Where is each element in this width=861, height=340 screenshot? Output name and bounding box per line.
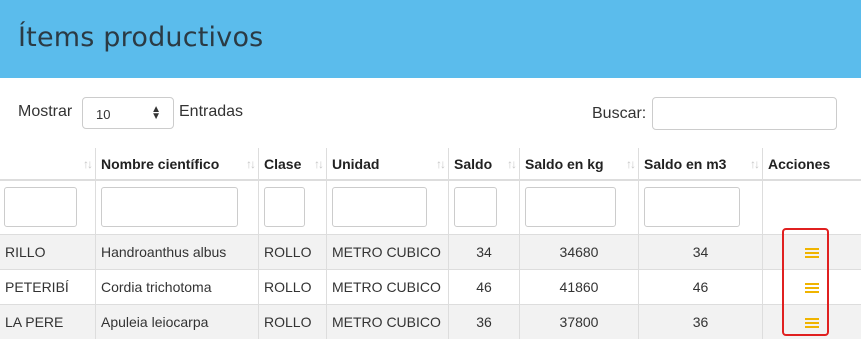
items-table: ↑↓ Nombre científico ↑↓ Clase ↑↓ Unidad ↑↓ … (0, 148, 861, 339)
cell-saldo-kg: 37800 (519, 303, 639, 339)
filter-input-unidad[interactable] (332, 187, 427, 228)
filter-input-saldo-m3[interactable] (644, 187, 740, 228)
filter-input-clase[interactable] (264, 187, 305, 228)
filter-input-nombre[interactable] (4, 187, 77, 228)
sort-icon[interactable]: ↑↓ (314, 157, 324, 171)
cell-saldo: 46 (448, 268, 520, 304)
highlight-annotation (782, 228, 829, 336)
cell-cientifico: Apuleia leiocarpa (95, 303, 259, 339)
cell-clase: ROLLO (258, 233, 327, 269)
cell-saldo-m3: 36 (638, 303, 763, 339)
cell-clase: ROLLO (258, 303, 327, 339)
table-row: PETERIBÍ Cordia trichotoma ROLLO METRO C… (0, 268, 861, 304)
cell-unidad: METRO CUBICO (326, 268, 449, 304)
sort-icon[interactable]: ↑↓ (246, 157, 256, 171)
cell-unidad: METRO CUBICO (326, 303, 449, 339)
show-label: Mostrar (18, 103, 73, 120)
column-header-unidad[interactable]: Unidad ↑↓ (326, 148, 449, 181)
filter-input-saldo-kg[interactable] (525, 187, 616, 228)
table-row: RILLO Handroanthus albus ROLLO METRO CUB… (0, 233, 861, 269)
column-header[interactable]: ↑↓ (0, 148, 96, 181)
filter-input-cientifico[interactable] (101, 187, 238, 228)
filter-cell-empty (762, 179, 861, 234)
page-size-select[interactable]: 10 ▲ ▼ (82, 97, 174, 129)
updown-arrow-icon: ▲ ▼ (151, 104, 161, 122)
search-input[interactable] (652, 97, 837, 130)
cell-saldo-kg: 41860 (519, 268, 639, 304)
cell-nombre: RILLO (0, 233, 96, 269)
cell-saldo-kg: 34680 (519, 233, 639, 269)
cell-nombre: PETERIBÍ (0, 268, 96, 304)
column-header-cientifico[interactable]: Nombre científico ↑↓ (95, 148, 259, 181)
cell-saldo: 34 (448, 233, 520, 269)
sort-icon[interactable]: ↑↓ (750, 157, 760, 171)
table-row: LA PERE Apuleia leiocarpa ROLLO METRO CU… (0, 303, 861, 339)
page-header: Ítems productivos (0, 0, 861, 78)
sort-icon[interactable]: ↑↓ (507, 157, 517, 171)
column-header-saldo-m3[interactable]: Saldo en m3 ↑↓ (638, 148, 763, 181)
cell-unidad: METRO CUBICO (326, 233, 449, 269)
column-header-acciones: Acciones (762, 148, 861, 181)
sort-icon[interactable]: ↑↓ (83, 157, 93, 171)
cell-saldo-m3: 34 (638, 233, 763, 269)
cell-saldo: 36 (448, 303, 520, 339)
table-header-row: ↑↓ Nombre científico ↑↓ Clase ↑↓ Unidad ↑↓ … (0, 148, 861, 181)
filter-row (0, 179, 861, 234)
cell-saldo-m3: 46 (638, 268, 763, 304)
cell-cientifico: Cordia trichotoma (95, 268, 259, 304)
column-header-saldo-kg[interactable]: Saldo en kg ↑↓ (519, 148, 639, 181)
cell-clase: ROLLO (258, 268, 327, 304)
entries-label: Entradas (179, 103, 244, 120)
sort-icon[interactable]: ↑↓ (626, 157, 636, 171)
cell-cientifico: Handroanthus albus (95, 233, 259, 269)
search-label: Buscar: (592, 105, 647, 122)
column-header-saldo[interactable]: Saldo ↑↓ (448, 148, 520, 181)
filter-input-saldo[interactable] (454, 187, 497, 228)
page-title: Ítems productivos (18, 22, 264, 53)
page-size-value: 10 (96, 107, 111, 122)
cell-nombre: LA PERE (0, 303, 96, 339)
column-header-clase[interactable]: Clase ↑↓ (258, 148, 327, 181)
sort-icon[interactable]: ↑↓ (436, 157, 446, 171)
